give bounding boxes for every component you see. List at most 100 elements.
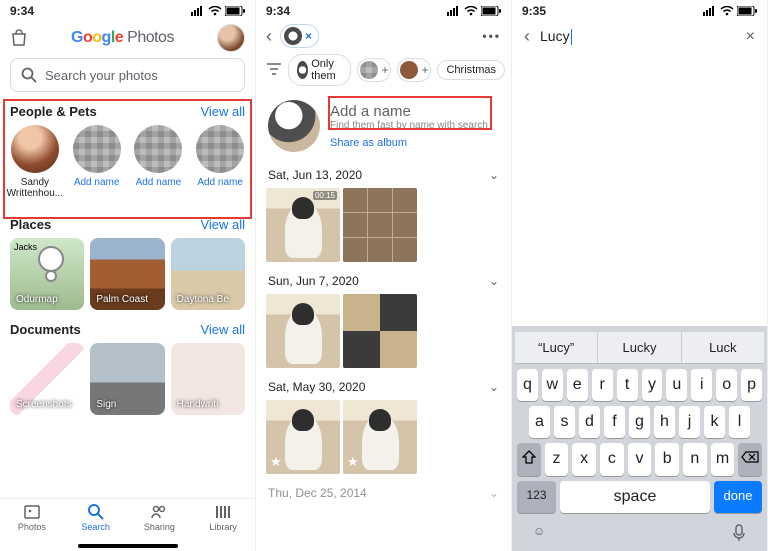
letter-key[interactable]: k	[704, 406, 725, 438]
letter-key[interactable]: r	[592, 369, 613, 401]
chip-avatar	[360, 61, 378, 79]
letter-key[interactable]: h	[654, 406, 675, 438]
dictation-button[interactable]	[732, 524, 746, 545]
letter-key[interactable]: j	[679, 406, 700, 438]
subject-avatar[interactable]	[268, 100, 320, 152]
places-heading: Places	[10, 217, 51, 232]
chevron-down-icon: ⌄	[489, 274, 499, 288]
suggestion[interactable]: Luck	[682, 332, 764, 363]
docs-view-all[interactable]: View all	[200, 322, 245, 337]
letter-key[interactable]: q	[517, 369, 538, 401]
letter-key[interactable]: x	[572, 443, 596, 476]
done-key[interactable]: done	[714, 481, 762, 513]
search-placeholder: Search your photos	[45, 68, 158, 83]
filter-token[interactable]: ×	[280, 24, 319, 48]
filter-icon[interactable]	[266, 63, 282, 78]
clear-button[interactable]: ×	[746, 28, 755, 46]
date-group-header[interactable]: Thu, Dec 25, 2014 ⌄	[256, 480, 511, 506]
shop-icon[interactable]	[10, 29, 28, 47]
date-group-header[interactable]: Sat, Jun 13, 2020 ⌄	[256, 162, 511, 188]
letter-key[interactable]: e	[567, 369, 588, 401]
wifi-icon	[464, 6, 478, 16]
chip-avatar	[400, 61, 418, 79]
letter-key[interactable]: c	[600, 443, 624, 476]
person-card[interactable]: Add name	[68, 125, 126, 199]
photo-thumbnail[interactable]: 00:15	[266, 188, 340, 262]
chip-add-person[interactable]: +	[357, 58, 391, 82]
nav-photos[interactable]: Photos	[0, 503, 64, 532]
person-card[interactable]: Add name	[191, 125, 249, 199]
letter-key[interactable]: b	[655, 443, 679, 476]
nav-sharing[interactable]: Sharing	[128, 503, 192, 532]
tile-badge: Jacks	[14, 242, 37, 252]
back-button[interactable]: ‹	[266, 26, 272, 47]
letter-key[interactable]: p	[741, 369, 762, 401]
doc-tile[interactable]: Sign	[90, 343, 164, 415]
person-avatar	[134, 125, 182, 173]
space-key[interactable]: space	[560, 481, 710, 513]
suggestion[interactable]: Lucky	[598, 332, 681, 363]
back-button[interactable]: ‹	[524, 26, 530, 47]
token-remove-icon[interactable]: ×	[305, 29, 312, 43]
places-view-all[interactable]: View all	[200, 217, 245, 232]
account-avatar[interactable]	[217, 24, 245, 52]
home-indicator[interactable]	[78, 544, 178, 548]
app-logo: Google Photos	[36, 29, 209, 47]
photo-thumbnail[interactable]	[343, 294, 417, 368]
person-card[interactable]: Add name	[130, 125, 188, 199]
date-group-header[interactable]: Sun, Jun 7, 2020 ⌄	[256, 268, 511, 294]
chip-christmas[interactable]: Christmas	[437, 60, 505, 80]
letter-key[interactable]: v	[628, 443, 652, 476]
more-button[interactable]: •••	[482, 29, 501, 43]
chip-avatar	[297, 61, 308, 79]
letter-key[interactable]: s	[554, 406, 575, 438]
numeric-key[interactable]: 123	[517, 481, 556, 513]
letter-key[interactable]: f	[604, 406, 625, 438]
emoji-button[interactable]: ☺	[533, 524, 545, 545]
letter-key[interactable]: d	[579, 406, 600, 438]
photo-thumbnail[interactable]	[343, 188, 417, 262]
person-card[interactable]: Sandy Writtenhou...	[6, 125, 64, 199]
letter-key[interactable]: i	[691, 369, 712, 401]
date-group-header[interactable]: Sat, May 30, 2020 ⌄	[256, 374, 511, 400]
status-bar: 9:34	[0, 0, 255, 20]
doc-tile[interactable]: Handwriti	[171, 343, 245, 415]
add-name-subtitle: Find them fast by name with search	[330, 120, 488, 131]
add-name-title[interactable]: Add a name	[330, 103, 488, 120]
chip-add-person[interactable]: +	[397, 58, 431, 82]
place-tile[interactable]: Palm Coast	[90, 238, 164, 310]
letter-key[interactable]: z	[545, 443, 569, 476]
backspace-key[interactable]	[738, 443, 762, 476]
letter-key[interactable]: t	[617, 369, 638, 401]
letter-key[interactable]: g	[629, 406, 650, 438]
chip-only-them[interactable]: Only them	[288, 54, 351, 86]
letter-key[interactable]: u	[666, 369, 687, 401]
letter-key[interactable]: o	[716, 369, 737, 401]
person-avatar	[11, 125, 59, 173]
suggestion[interactable]: “Lucy”	[515, 332, 598, 363]
photo-icon	[23, 503, 41, 521]
shift-key[interactable]	[517, 443, 541, 476]
people-pets-heading: People & Pets	[10, 104, 97, 119]
name-input[interactable]: Lucy	[540, 28, 736, 45]
person-label: Sandy Writtenhou...	[6, 177, 64, 199]
nav-search[interactable]: Search	[64, 503, 128, 532]
photo-thumbnail[interactable]	[266, 294, 340, 368]
date-label: Sat, May 30, 2020	[268, 380, 365, 394]
place-tile[interactable]: Daytona Be	[171, 238, 245, 310]
chevron-down-icon: ⌄	[489, 486, 499, 500]
doc-tile[interactable]: Screenshots	[10, 343, 84, 415]
share-as-album[interactable]: Share as album	[330, 137, 488, 149]
nav-library[interactable]: Library	[191, 503, 255, 532]
letter-key[interactable]: m	[711, 443, 735, 476]
photo-thumbnail[interactable]: ★	[266, 400, 340, 474]
people-view-all[interactable]: View all	[200, 104, 245, 119]
search-input[interactable]: Search your photos	[10, 58, 245, 92]
letter-key[interactable]: y	[642, 369, 663, 401]
place-tile[interactable]: Jacks Odurmap	[10, 238, 84, 310]
letter-key[interactable]: l	[729, 406, 750, 438]
photo-thumbnail[interactable]: ★	[343, 400, 417, 474]
letter-key[interactable]: w	[542, 369, 563, 401]
letter-key[interactable]: n	[683, 443, 707, 476]
letter-key[interactable]: a	[529, 406, 550, 438]
